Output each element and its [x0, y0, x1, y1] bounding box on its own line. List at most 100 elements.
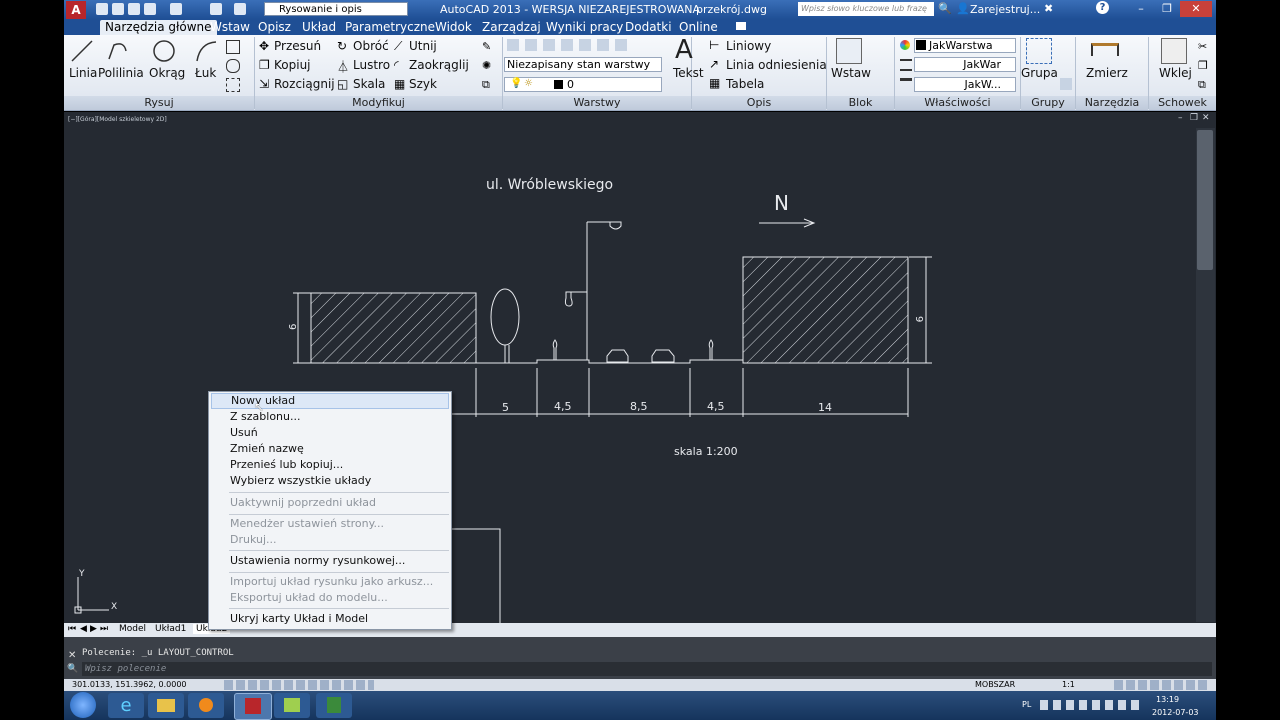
insert-block-button[interactable]: Wstaw	[831, 66, 871, 80]
menu-item-hide-tabs[interactable]: Ukryj karty Układ i Model	[230, 612, 368, 625]
linear-dim-button[interactable]: Liniowy	[726, 39, 771, 53]
scale-button[interactable]: Skala	[353, 77, 385, 91]
next-layout-icon[interactable]: ▶	[90, 624, 97, 634]
hatch-icon[interactable]	[226, 59, 240, 73]
layer-freeze-icon[interactable]	[561, 39, 573, 51]
measure-button[interactable]: Zmierz	[1086, 66, 1128, 80]
clock-time[interactable]: 13:19	[1156, 695, 1179, 704]
tray-icons[interactable]	[1040, 700, 1140, 710]
menu-item-delete[interactable]: Usuń	[230, 426, 258, 439]
polyline-button[interactable]: Polilinia	[98, 66, 144, 80]
match-icon[interactable]: ⧉	[1198, 78, 1210, 91]
layer-lock-icon[interactable]	[579, 39, 591, 51]
menu-item-new-layout[interactable]: Nowy układ	[211, 393, 449, 409]
groups-panel-title[interactable]: Grupy	[1021, 96, 1075, 110]
scrollbar-thumb[interactable]	[1197, 130, 1213, 270]
save-as-icon[interactable]	[144, 3, 156, 15]
save-icon[interactable]	[128, 3, 140, 15]
insert-block-icon[interactable]	[836, 38, 862, 64]
tab-model[interactable]: Model	[119, 624, 146, 634]
circle-icon[interactable]	[152, 39, 176, 63]
signin-link[interactable]: Zarejestruj...	[970, 3, 1040, 16]
last-layout-icon[interactable]: ⏭	[100, 624, 108, 634]
layer-off-icon[interactable]	[525, 39, 537, 51]
quick-select-icon[interactable]	[1132, 59, 1144, 71]
annotation-panel-title[interactable]: Opis	[692, 96, 826, 110]
status-tray-icons[interactable]	[1114, 680, 1209, 690]
group-button[interactable]: Grupa	[1021, 66, 1058, 80]
search-input[interactable]: Wpisz słowo kluczowe lub frazę	[798, 2, 934, 16]
autocad-logo-icon[interactable]: A	[66, 1, 86, 19]
menu-item-move-copy[interactable]: Przenieś lub kopiuj...	[230, 458, 343, 471]
autocad-task-icon[interactable]	[234, 693, 272, 720]
app2-task-icon[interactable]	[316, 693, 352, 718]
prev-layout-icon[interactable]: ◀	[80, 624, 87, 634]
command-input[interactable]: Wpisz polecenie	[82, 662, 1212, 676]
maximize-button[interactable]: ❐	[1154, 1, 1180, 17]
move-button[interactable]: Przesuń	[274, 39, 321, 53]
search-icon[interactable]: 🔍	[938, 2, 952, 15]
copy-clip-icon[interactable]: ❐	[1198, 59, 1210, 72]
id-point-icon[interactable]	[1132, 78, 1144, 90]
leader-button[interactable]: Linia odniesienia	[726, 58, 827, 72]
tab-annotate[interactable]: Opisz	[258, 20, 291, 34]
draw-panel-title[interactable]: Rysuj	[64, 96, 254, 110]
clipboard-panel-title[interactable]: Schowek	[1149, 96, 1216, 110]
create-block-icon[interactable]	[870, 40, 882, 52]
layer-make-current-icon[interactable]	[483, 78, 495, 90]
circle-button[interactable]: Okrąg	[149, 66, 185, 80]
line-icon[interactable]	[70, 39, 94, 63]
arc-icon[interactable]	[194, 39, 218, 63]
exchange-icon[interactable]: ✖	[1044, 2, 1053, 15]
open-file-icon[interactable]	[112, 3, 124, 15]
measure-icon[interactable]	[1091, 43, 1119, 56]
explode-icon[interactable]: ✺	[482, 59, 494, 72]
layer-walk-icon[interactable]	[615, 39, 627, 51]
paste-icon[interactable]	[1161, 38, 1187, 64]
trim-button[interactable]: Utnij	[409, 39, 437, 53]
match-properties-icon[interactable]	[900, 40, 910, 50]
rectangle-icon[interactable]	[226, 40, 240, 54]
snap-toggles[interactable]	[224, 680, 374, 690]
layers-panel-title[interactable]: Warstwy	[503, 96, 691, 110]
block-panel-title[interactable]: Blok	[827, 96, 894, 110]
stretch-button[interactable]: Rozciągnij	[274, 77, 335, 91]
tab-home[interactable]: Narzędzia główne	[100, 20, 217, 35]
modify-panel-title[interactable]: Modyfikuj	[255, 96, 502, 110]
fillet-button[interactable]: Zaokrąglij	[409, 58, 469, 72]
ribbon-toggle-icon[interactable]	[736, 22, 746, 30]
app-task-icon[interactable]	[274, 693, 310, 718]
language-indicator[interactable]: PL	[1022, 700, 1031, 709]
arc-button[interactable]: Łuk	[195, 66, 216, 80]
help-icon[interactable]: ?	[1096, 1, 1109, 14]
explorer-icon[interactable]	[148, 693, 184, 718]
tab-manage[interactable]: Zarządzaj	[482, 20, 541, 34]
ungroup-icon[interactable]	[1060, 40, 1072, 52]
cut-icon[interactable]: ✂	[1198, 40, 1210, 53]
coordinates-readout[interactable]: 301.0133, 151.3962, 0.0000	[72, 680, 187, 689]
layer-match-icon[interactable]	[597, 39, 609, 51]
erase-icon[interactable]: ✎	[482, 40, 494, 53]
line-button[interactable]: Linia	[69, 66, 97, 80]
redo-icon[interactable]	[234, 3, 246, 15]
table-button[interactable]: Tabela	[726, 77, 764, 91]
command-search-icon[interactable]: 🔍	[67, 664, 78, 674]
media-player-icon[interactable]	[188, 693, 224, 718]
menu-item-rename[interactable]: Zmień nazwę	[230, 442, 304, 455]
minimize-button[interactable]: –	[1128, 1, 1154, 17]
block-attribute-icon[interactable]	[870, 78, 882, 90]
edit-block-icon[interactable]	[870, 59, 882, 71]
group-select-icon[interactable]	[1060, 78, 1072, 90]
lineweight-select[interactable]: JakW...	[914, 77, 1016, 92]
linetype-select[interactable]: JakWar	[914, 57, 1016, 72]
command-close-icon[interactable]: ✕	[68, 650, 76, 661]
layer-state-select[interactable]: Niezapisany stan warstwy	[504, 57, 662, 72]
start-button[interactable]	[70, 692, 96, 718]
tab-layout1[interactable]: Układ1	[155, 624, 186, 634]
array-button[interactable]: Szyk	[409, 77, 437, 91]
undo-icon[interactable]	[210, 3, 222, 15]
properties-panel-title[interactable]: Właściwości	[895, 96, 1020, 110]
quick-calc-icon[interactable]	[1132, 40, 1144, 52]
print-icon[interactable]	[170, 3, 182, 15]
tab-insert[interactable]: Wstaw	[210, 20, 250, 34]
